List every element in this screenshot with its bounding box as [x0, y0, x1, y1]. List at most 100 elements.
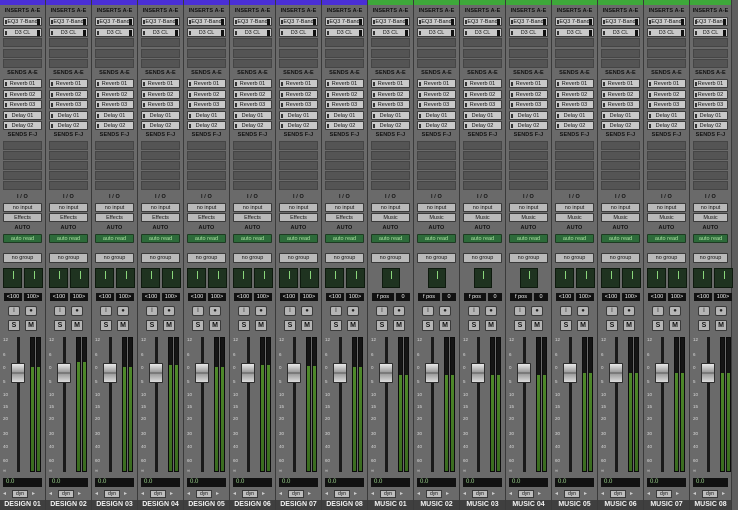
volume-readout[interactable]: 0.0: [141, 478, 180, 487]
group-selector[interactable]: no group: [693, 253, 728, 263]
group-selector[interactable]: no group: [371, 253, 410, 263]
dyn-button[interactable]: dyn: [288, 490, 304, 498]
send-slot[interactable]: Delay 02: [463, 121, 502, 130]
input-monitor-button[interactable]: I: [422, 306, 434, 316]
send-slot[interactable]: Reverb 03: [371, 100, 410, 109]
empty-send-slot[interactable]: [555, 151, 594, 160]
empty-send-slot[interactable]: [693, 151, 728, 160]
empty-insert-slot[interactable]: [49, 48, 88, 58]
insert-slot[interactable]: EQ3 7-Band: [555, 17, 594, 26]
record-enable-button[interactable]: ●: [71, 306, 83, 316]
volume-readout[interactable]: 0.0: [233, 478, 272, 487]
pan-knob-left[interactable]: [693, 268, 712, 288]
empty-send-slot[interactable]: [49, 161, 88, 170]
empty-send-slot[interactable]: [49, 151, 88, 160]
automation-mode-selector[interactable]: auto read: [371, 234, 410, 243]
send-slot[interactable]: Delay 02: [555, 121, 594, 130]
send-slot[interactable]: Delay 02: [95, 121, 134, 130]
insert-slot[interactable]: D3 CL: [417, 27, 456, 37]
volume-fader[interactable]: [241, 363, 255, 383]
insert-slot[interactable]: EQ3 7-Band: [371, 17, 410, 26]
input-selector[interactable]: no input: [693, 203, 728, 212]
input-monitor-button[interactable]: I: [238, 306, 250, 316]
send-slot[interactable]: Delay 01: [49, 110, 88, 120]
volume-readout[interactable]: 0.0: [49, 478, 88, 487]
empty-send-slot[interactable]: [417, 151, 456, 160]
output-selector[interactable]: Effects: [95, 213, 134, 222]
volume-readout[interactable]: 0.0: [417, 478, 456, 487]
mute-button[interactable]: M: [163, 320, 175, 331]
empty-insert-slot[interactable]: [417, 38, 456, 47]
mute-button[interactable]: M: [117, 320, 129, 331]
input-monitor-button[interactable]: I: [376, 306, 388, 316]
group-selector[interactable]: no group: [509, 253, 548, 263]
send-slot[interactable]: Reverb 01: [49, 79, 88, 88]
empty-insert-slot[interactable]: [49, 38, 88, 47]
insert-slot[interactable]: D3 CL: [509, 27, 548, 37]
empty-send-slot[interactable]: [233, 151, 272, 160]
empty-insert-slot[interactable]: [509, 48, 548, 58]
send-slot[interactable]: Reverb 03: [325, 100, 364, 109]
volume-readout[interactable]: 0.0: [325, 478, 364, 487]
input-selector[interactable]: no input: [647, 203, 686, 212]
empty-send-slot[interactable]: [49, 171, 88, 180]
send-slot[interactable]: Reverb 03: [601, 100, 640, 109]
empty-send-slot[interactable]: [601, 181, 640, 190]
send-slot[interactable]: Reverb 03: [49, 100, 88, 109]
insert-slot[interactable]: D3 CL: [141, 27, 180, 37]
record-enable-button[interactable]: ●: [623, 306, 635, 316]
empty-send-slot[interactable]: [49, 181, 88, 190]
insert-slot[interactable]: EQ3 7-Band: [141, 17, 180, 26]
insert-slot[interactable]: D3 CL: [279, 27, 318, 37]
dyn-button[interactable]: dyn: [58, 490, 74, 498]
empty-insert-slot[interactable]: [187, 38, 226, 47]
record-enable-button[interactable]: ●: [25, 306, 37, 316]
empty-send-slot[interactable]: [417, 181, 456, 190]
pan-knob[interactable]: [382, 268, 400, 288]
volume-fader[interactable]: [195, 363, 209, 383]
send-slot[interactable]: Reverb 01: [187, 79, 226, 88]
input-selector[interactable]: no input: [325, 203, 364, 212]
output-selector[interactable]: Music: [555, 213, 594, 222]
empty-send-slot[interactable]: [279, 161, 318, 170]
empty-send-slot[interactable]: [417, 141, 456, 150]
send-slot[interactable]: Reverb 01: [95, 79, 134, 88]
send-slot[interactable]: Reverb 03: [555, 100, 594, 109]
solo-button[interactable]: S: [468, 320, 480, 331]
empty-insert-slot[interactable]: [693, 48, 728, 58]
send-slot[interactable]: Reverb 01: [325, 79, 364, 88]
pan-knob-right[interactable]: [116, 268, 135, 288]
automation-mode-selector[interactable]: auto read: [279, 234, 318, 243]
input-monitor-button[interactable]: I: [606, 306, 618, 316]
insert-slot[interactable]: D3 CL: [233, 27, 272, 37]
input-monitor-button[interactable]: I: [330, 306, 342, 316]
automation-mode-selector[interactable]: auto read: [463, 234, 502, 243]
output-selector[interactable]: Effects: [141, 213, 180, 222]
send-slot[interactable]: Delay 01: [509, 110, 548, 120]
solo-button[interactable]: S: [54, 320, 66, 331]
empty-send-slot[interactable]: [95, 161, 134, 170]
output-selector[interactable]: Music: [463, 213, 502, 222]
send-slot[interactable]: Delay 02: [417, 121, 456, 130]
input-selector[interactable]: no input: [509, 203, 548, 212]
empty-send-slot[interactable]: [371, 151, 410, 160]
send-slot[interactable]: Reverb 02: [279, 89, 318, 99]
track-name[interactable]: MUSIC 01: [368, 500, 413, 510]
solo-button[interactable]: S: [330, 320, 342, 331]
send-slot[interactable]: Reverb 02: [555, 89, 594, 99]
empty-send-slot[interactable]: [95, 141, 134, 150]
track-name[interactable]: MUSIC 07: [644, 500, 689, 510]
send-slot[interactable]: Reverb 01: [463, 79, 502, 88]
insert-slot[interactable]: D3 CL: [371, 27, 410, 37]
send-slot[interactable]: Delay 01: [693, 110, 728, 120]
track-name[interactable]: DESIGN 03: [92, 500, 137, 510]
send-slot[interactable]: Reverb 02: [95, 89, 134, 99]
track-name[interactable]: DESIGN 02: [46, 500, 91, 510]
empty-send-slot[interactable]: [509, 171, 548, 180]
empty-send-slot[interactable]: [371, 141, 410, 150]
input-selector[interactable]: no input: [187, 203, 226, 212]
insert-slot[interactable]: EQ3 7-Band: [233, 17, 272, 26]
send-slot[interactable]: Reverb 03: [141, 100, 180, 109]
send-slot[interactable]: Delay 02: [187, 121, 226, 130]
empty-send-slot[interactable]: [555, 181, 594, 190]
